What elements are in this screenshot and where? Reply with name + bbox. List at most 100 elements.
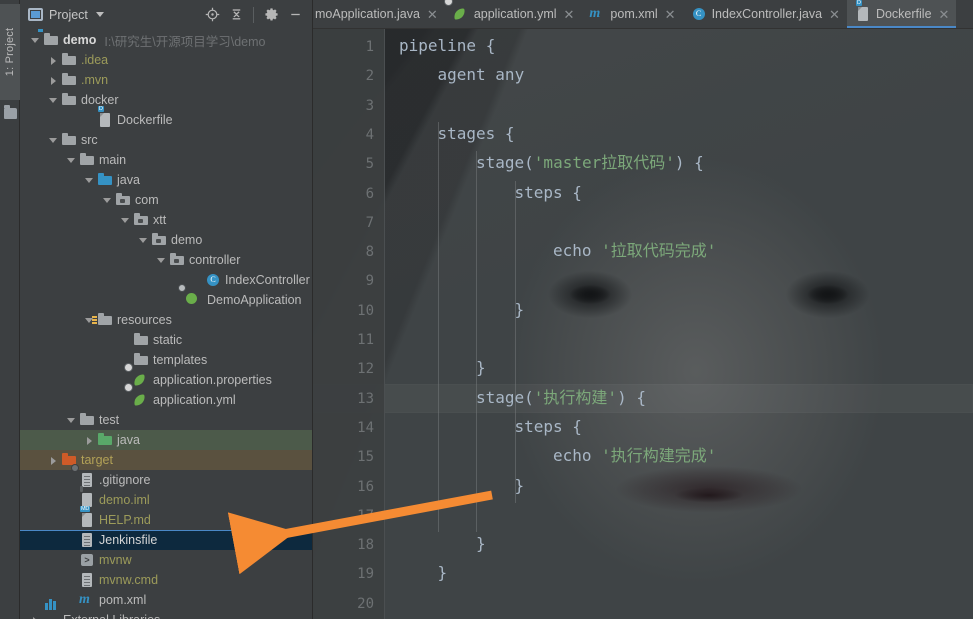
tree-row-target[interactable]: target	[20, 450, 312, 470]
editor-body[interactable]: 1 2 3 4 5 6 7 8 9 10 11 12 13 14 15 16 17 18 19 20 pipeline…	[313, 29, 973, 619]
tree-row-demo[interactable]: demo I:\研究生\开源项目学习\demo	[20, 29, 312, 50]
tree-row-controller[interactable]: controller	[20, 250, 312, 270]
editor-tab-indexcontroller-java[interactable]: C IndexController.java ✕	[683, 0, 847, 28]
tree-row-demo[interactable]: demo	[20, 230, 312, 250]
tree-row-main[interactable]: main	[20, 150, 312, 170]
tree-row-src[interactable]: src	[20, 130, 312, 150]
tree-toggle-expanded-icon[interactable]	[66, 415, 77, 426]
tree-toggle-expanded-icon[interactable]	[30, 35, 41, 46]
code-line-19: }	[399, 565, 448, 581]
tree-row--mvn[interactable]: .mvn	[20, 70, 312, 90]
editor-tab-label: application.yml	[473, 7, 557, 21]
tree-row-dockerfile[interactable]: D Dockerfile	[20, 106, 312, 130]
locate-icon[interactable]	[201, 4, 223, 26]
code-line-6: steps {	[399, 184, 582, 201]
markdown-icon: MD	[79, 506, 95, 528]
project-tree[interactable]: demo I:\研究生\开源项目学习\demo .idea .mvn docker D Do…	[20, 29, 312, 619]
code-token: stage(	[476, 387, 534, 407]
tree-row-jenkinsfile[interactable]: Jenkinsfile	[20, 530, 312, 550]
code-content[interactable]: pipeline {agent any stages {stage('master…	[385, 29, 973, 619]
tree-row-com[interactable]: com	[20, 190, 312, 210]
tree-row-mvnw-cmd[interactable]: mvnw.cmd	[20, 570, 312, 590]
tree-toggle-collapsed-icon[interactable]	[30, 615, 41, 619]
tool-window-tab-project[interactable]: 1: Project	[0, 4, 20, 100]
line-number: 13	[357, 390, 374, 407]
gear-icon[interactable]	[260, 4, 282, 26]
editor-tab-label: IndexController.java	[711, 7, 823, 21]
project-view-selector[interactable]: Project	[28, 8, 104, 22]
close-icon[interactable]: ✕	[829, 8, 840, 21]
editor-tab-application-yml[interactable]: application.yml ✕	[443, 0, 582, 28]
tree-row-templates[interactable]: templates	[20, 350, 312, 370]
close-icon[interactable]: ✕	[939, 8, 950, 21]
editor-tab-bar[interactable]: moApplication.java ✕ application.yml ✕ m pom.…	[313, 0, 973, 29]
close-icon[interactable]: ✕	[427, 8, 438, 21]
tree-row-demoapplication[interactable]: DemoApplication	[20, 284, 312, 310]
tree-row-resources[interactable]: resources	[20, 310, 312, 330]
tree-toggle-expanded-icon[interactable]	[156, 255, 167, 266]
tree-row-xtt[interactable]: xtt	[20, 210, 312, 230]
tree-row--idea[interactable]: .idea	[20, 50, 312, 70]
code-token: stage(	[476, 153, 534, 173]
tree-row-java[interactable]: java	[20, 170, 312, 190]
code-token: '执行构建完成'	[601, 446, 717, 466]
close-icon[interactable]: ✕	[564, 8, 575, 21]
tree-row-label: .mvn	[81, 73, 109, 87]
tree-row-label: com	[135, 193, 159, 207]
tree-row-mvnw[interactable]: > mvnw	[20, 550, 312, 570]
tree-row-label: DemoApplication	[207, 293, 302, 307]
tree-row-static[interactable]: static	[20, 330, 312, 350]
dockerfile-icon: D	[855, 0, 871, 22]
tree-toggle-expanded-icon[interactable]	[138, 235, 149, 246]
spring-config-icon	[443, 0, 469, 22]
tree-row--gitignore[interactable]: .gitignore	[20, 464, 312, 490]
tree-row-external-libraries[interactable]: External Libraries	[20, 599, 312, 619]
tree-toggle-expanded-icon[interactable]	[84, 175, 95, 186]
folder-icon	[133, 332, 149, 348]
tree-row-label: controller	[189, 253, 241, 267]
line-number: 7	[365, 214, 374, 231]
code-token: '执行构建'	[533, 387, 618, 407]
maven-icon: m	[589, 6, 601, 21]
tree-toggle-collapsed-icon[interactable]	[48, 55, 59, 66]
tree-toggle-expanded-icon[interactable]	[66, 155, 77, 166]
tree-row-java[interactable]: java	[20, 430, 312, 450]
tree-row-application-properties[interactable]: application.properties	[20, 363, 312, 390]
tree-row-pom-xml[interactable]: m pom.xml	[20, 590, 312, 610]
tree-row-test[interactable]: test	[20, 410, 312, 430]
tree-toggle-collapsed-icon[interactable]	[48, 455, 59, 466]
tree-row-help-md[interactable]: MD HELP.md	[20, 506, 312, 530]
close-icon[interactable]: ✕	[665, 8, 676, 21]
minimize-icon[interactable]	[284, 4, 306, 26]
code-token: }	[476, 358, 486, 378]
editor-tab-label: Dockerfile	[875, 7, 932, 21]
code-line-10: }	[399, 301, 525, 318]
editor-tab-dockerfile[interactable]: D Dockerfile ✕	[846, 0, 957, 28]
editor-tab-label: pom.xml	[610, 7, 658, 21]
editor-tab-pom-xml[interactable]: m pom.xml ✕	[581, 0, 682, 28]
editor-tab-moapplication-java[interactable]: moApplication.java ✕	[313, 0, 445, 28]
collapse-all-icon[interactable]	[225, 4, 247, 26]
tree-toggle-collapsed-icon[interactable]	[48, 75, 59, 86]
tree-toggle-expanded-icon[interactable]	[48, 135, 59, 146]
tree-row-indexcontroller[interactable]: C IndexController	[20, 270, 312, 290]
tree-toggle-expanded-icon[interactable]	[120, 215, 131, 226]
editor-gutter[interactable]: 1 2 3 4 5 6 7 8 9 10 11 12 13 14 15 16 17 18 19 20	[313, 29, 385, 619]
code-token: ) {	[674, 153, 704, 173]
java-class-icon: C	[205, 272, 221, 288]
code-token: ) {	[617, 387, 646, 407]
tree-row-docker[interactable]: docker	[20, 90, 312, 110]
tree-row-label: application.properties	[153, 373, 272, 387]
module-folder-icon	[37, 29, 59, 48]
tree-toggle-collapsed-icon[interactable]	[84, 435, 95, 446]
tree-toggle-expanded-icon[interactable]	[48, 95, 59, 106]
tree-row-label: xtt	[153, 213, 167, 227]
tree-row-application-yml[interactable]: application.yml	[20, 383, 312, 410]
tree-row-demo-iml[interactable]: demo.iml	[20, 486, 312, 510]
tree-toggle-expanded-icon[interactable]	[102, 195, 113, 206]
tree-row-label: demo.iml	[99, 493, 150, 507]
